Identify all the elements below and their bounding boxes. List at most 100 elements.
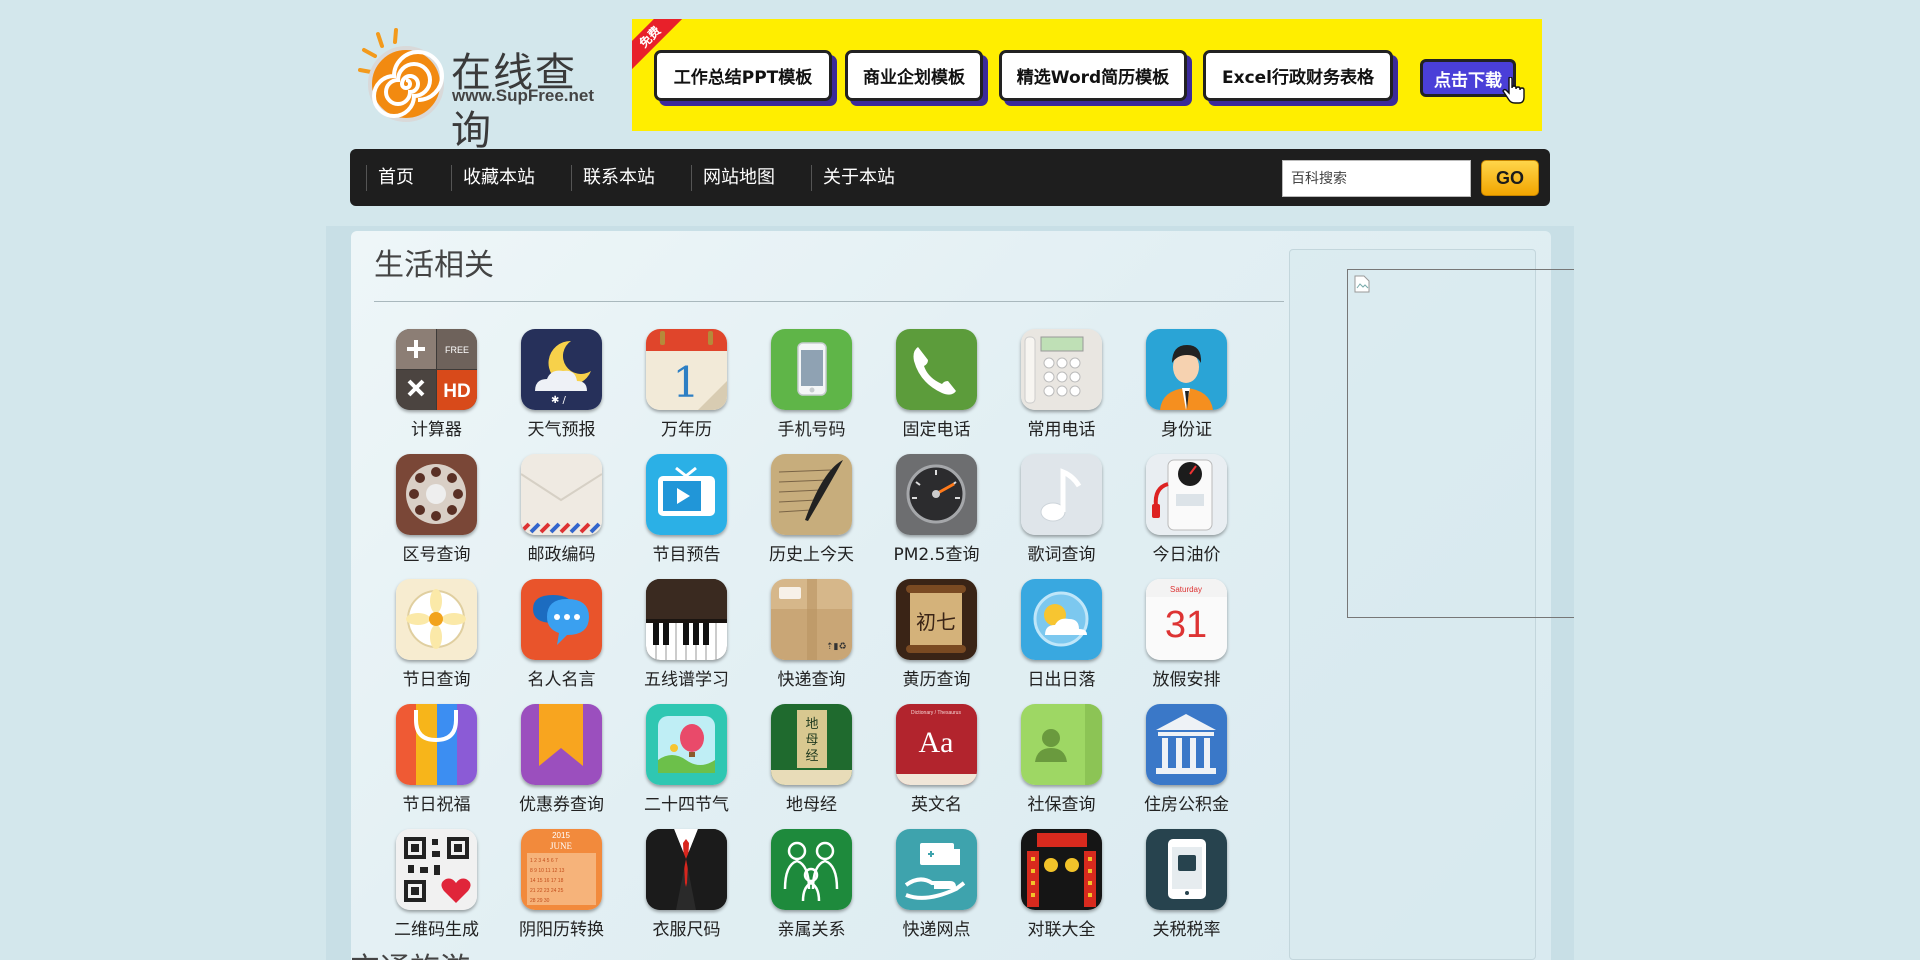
svg-text:8 9 10 11 12 13: 8 9 10 11 12 13 <box>530 868 565 874</box>
nav-bookmark[interactable]: 收藏本站 <box>451 149 535 206</box>
nav-about[interactable]: 关于本站 <box>811 149 895 206</box>
search-go-button[interactable]: GO <box>1481 160 1539 196</box>
telephone-icon <box>896 329 977 410</box>
app-label: 计算器 <box>411 420 462 440</box>
app-label: 快递查询 <box>777 670 846 690</box>
app-solar-terms[interactable]: 二十四节气 <box>624 704 749 824</box>
app-label: 天气预报 <box>527 420 596 440</box>
banner-excel-button[interactable]: Excel行政财务表格 <box>1203 50 1393 101</box>
banner-word-button[interactable]: 精选Word简历模板 <box>999 50 1187 101</box>
banner-business-button[interactable]: 商业企划模板 <box>845 50 983 101</box>
app-label: 英文名 <box>911 795 962 815</box>
svg-text:28 29 30: 28 29 30 <box>530 898 550 904</box>
nav-sitemap[interactable]: 网站地图 <box>691 149 775 206</box>
banner-ppt-button[interactable]: 工作总结PPT模板 <box>654 50 832 101</box>
app-calendar[interactable]: 1 万年历 <box>624 329 749 449</box>
delivery-hand-icon <box>896 829 977 910</box>
app-label: 黄历查询 <box>902 670 971 690</box>
app-kinship[interactable]: 亲属关系 <box>749 829 874 949</box>
app-landline[interactable]: 固定电话 <box>874 329 999 449</box>
app-postcode[interactable]: 邮政编码 <box>499 454 624 574</box>
coupon-ribbon-icon <box>521 704 602 785</box>
svg-text:1: 1 <box>673 358 700 407</box>
qr-code-icon <box>396 829 477 910</box>
desk-phone-icon <box>1021 329 1102 410</box>
app-couplets[interactable]: 对联大全 <box>999 829 1124 949</box>
svg-text:初七: 初七 <box>916 610 956 634</box>
app-label: 常用电话 <box>1027 420 1096 440</box>
app-tariff[interactable]: 关税税率 <box>1124 829 1249 949</box>
bank-building-icon <box>1146 704 1227 785</box>
app-express-point[interactable]: 快递网点 <box>874 829 999 949</box>
app-label: 身份证 <box>1161 420 1212 440</box>
next-section-title: 交通旅游 <box>350 944 470 960</box>
flower-icon <box>396 579 477 660</box>
app-area-code[interactable]: 区号查询 <box>374 454 499 574</box>
family-icon <box>771 829 852 910</box>
app-label: 万年历 <box>661 420 712 440</box>
app-holiday[interactable]: 节日查询 <box>374 579 499 699</box>
app-label: 阴阳历转换 <box>519 920 604 940</box>
app-lyrics[interactable]: 歌词查询 <box>999 454 1124 574</box>
app-label: 今日油价 <box>1152 545 1221 565</box>
contact-card-icon <box>1021 704 1102 785</box>
nav-contact[interactable]: 联系本站 <box>571 149 655 206</box>
app-label: 二十四节气 <box>644 795 729 815</box>
site-logo[interactable]: 在线查询 www.SupFree.net <box>356 22 616 154</box>
app-english-name[interactable]: Dictionary / Thesaurus Aa 英文名 <box>874 704 999 824</box>
app-blessing[interactable]: 节日祝福 <box>374 704 499 824</box>
calculator-icon: FREE HD <box>396 329 477 410</box>
music-note-icon <box>1021 454 1102 535</box>
app-quotes[interactable]: 名人名言 <box>499 579 624 699</box>
app-weather[interactable]: ✱ / 天气预报 <box>499 329 624 449</box>
app-coupon[interactable]: 优惠券查询 <box>499 704 624 824</box>
app-common-phone[interactable]: 常用电话 <box>999 329 1124 449</box>
app-lunar-convert[interactable]: 2015 JUNE 1 2 3 4 5 6 7 8 9 10 11 12 13 1… <box>499 829 624 949</box>
app-label: 节目预告 <box>652 545 721 565</box>
fuel-pump-icon <box>1146 454 1227 535</box>
app-label: 快递网点 <box>902 920 971 940</box>
search-input[interactable] <box>1282 160 1471 197</box>
app-staff[interactable]: 五线谱学习 <box>624 579 749 699</box>
app-label: 节日查询 <box>402 670 471 690</box>
app-label: 对联大全 <box>1027 920 1096 940</box>
svg-text:2015: 2015 <box>552 831 570 840</box>
app-label: 社保查询 <box>1027 795 1096 815</box>
app-tv-guide[interactable]: 节目预告 <box>624 454 749 574</box>
ad-banner[interactable]: 免费 工作总结PPT模板 商业企划模板 精选Word简历模板 Excel行政财务… <box>632 19 1542 131</box>
app-sunrise[interactable]: 日出日落 <box>999 579 1124 699</box>
svg-text:地: 地 <box>805 717 818 732</box>
sidebar-ad-frame[interactable] <box>1347 269 1574 618</box>
app-label: 手机号码 <box>777 420 846 440</box>
app-oil-price[interactable]: 今日油价 <box>1124 454 1249 574</box>
book-icon: 地 母 经 <box>771 704 852 785</box>
app-qrcode[interactable]: 二维码生成 <box>374 829 499 949</box>
app-calculator[interactable]: FREE HD 计算器 <box>374 329 499 449</box>
parcel-box-icon: ⇡▮♻ <box>771 579 852 660</box>
app-label: 节日祝福 <box>402 795 471 815</box>
app-history-today[interactable]: 历史上今天 <box>749 454 874 574</box>
section-divider <box>374 301 1284 302</box>
app-housing-fund[interactable]: 住房公积金 <box>1124 704 1249 824</box>
app-label: 优惠券查询 <box>519 795 604 815</box>
app-pm25[interactable]: PM2.5查询 <box>874 454 999 574</box>
svg-text:Dictionary / Thesaurus: Dictionary / Thesaurus <box>911 710 961 716</box>
app-mobile[interactable]: 手机号码 <box>749 329 874 449</box>
section-title: 生活相关 <box>374 248 494 283</box>
app-id-card[interactable]: 身份证 <box>1124 329 1249 449</box>
main-nav: 首页 收藏本站 联系本站 网站地图 关于本站 GO <box>350 149 1550 206</box>
piano-icon <box>646 579 727 660</box>
app-almanac[interactable]: 初七 黄历查询 <box>874 579 999 699</box>
app-vacation[interactable]: Saturday 31 放假安排 <box>1124 579 1249 699</box>
dictionary-icon: Dictionary / Thesaurus Aa <box>896 704 977 785</box>
app-label: PM2.5查询 <box>893 545 980 565</box>
mobile-phone-icon <box>771 329 852 410</box>
app-label: 日出日落 <box>1027 670 1096 690</box>
app-label: 住房公积金 <box>1144 795 1229 815</box>
app-clothing-size[interactable]: 衣服尺码 <box>624 829 749 949</box>
app-social-security[interactable]: 社保查询 <box>999 704 1124 824</box>
hand-cursor-icon <box>1502 77 1525 104</box>
app-express[interactable]: ⇡▮♻ 快递查询 <box>749 579 874 699</box>
nav-home[interactable]: 首页 <box>366 149 414 206</box>
app-dimujing[interactable]: 地 母 经 地母经 <box>749 704 874 824</box>
